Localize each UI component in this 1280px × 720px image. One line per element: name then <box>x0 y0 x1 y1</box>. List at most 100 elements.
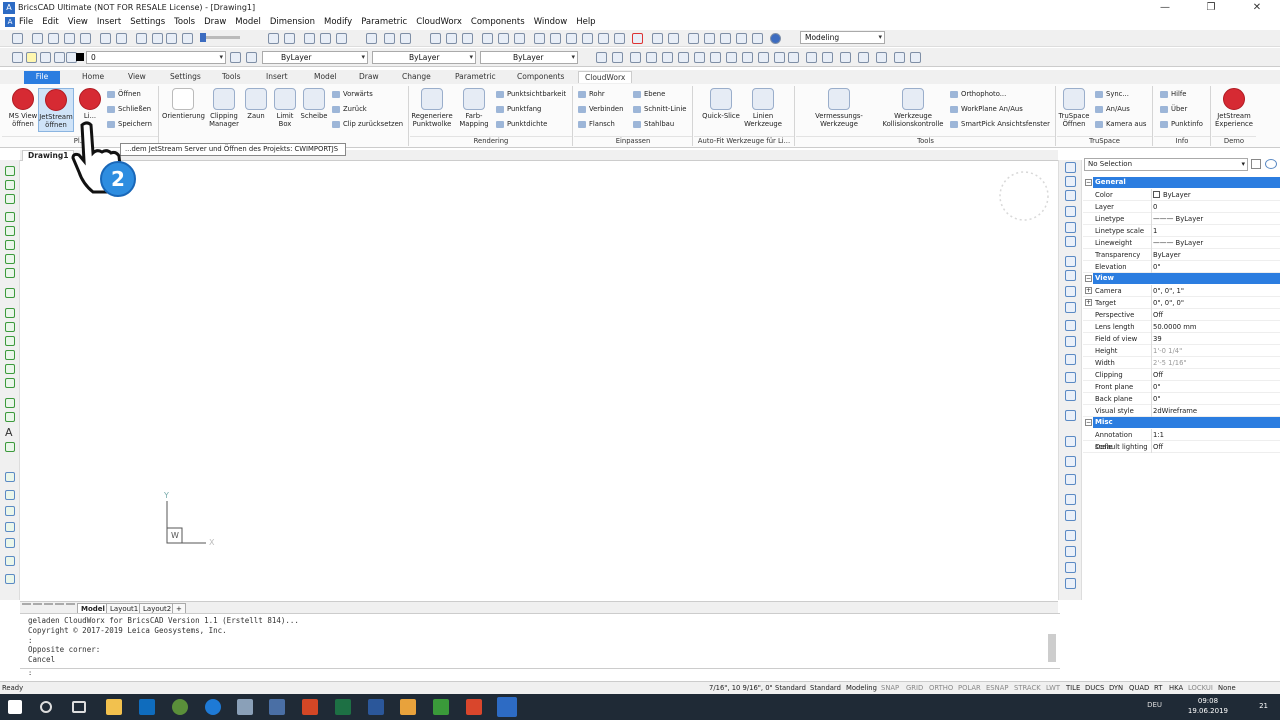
extend-icon[interactable] <box>1065 302 1076 313</box>
status-item[interactable]: Standard <box>775 682 806 694</box>
clock[interactable]: 09:08 19.06.2019 <box>1188 696 1228 716</box>
first-tab-icon[interactable] <box>22 603 31 605</box>
property-value[interactable]: Off <box>1153 441 1163 453</box>
layer-dropdown[interactable]: 0 <box>86 51 226 64</box>
snap-parallel-icon[interactable] <box>742 52 753 63</box>
circle-icon[interactable] <box>5 212 15 222</box>
box-icon[interactable] <box>268 33 279 44</box>
edge-icon[interactable] <box>205 699 221 715</box>
app-icon-2[interactable] <box>237 699 253 715</box>
hatch-icon[interactable] <box>5 308 15 318</box>
status-esnap[interactable]: ESNAP <box>986 682 1008 694</box>
spline-icon[interactable] <box>5 194 15 204</box>
scale-icon[interactable] <box>1065 190 1076 201</box>
property-value[interactable]: ByLayer <box>1153 249 1181 261</box>
menu-components[interactable]: Components <box>471 17 525 27</box>
tab-components[interactable]: Components <box>511 71 570 82</box>
orthophoto-button[interactable]: Orthophoto... <box>950 90 1006 99</box>
snap-perpendicular-icon[interactable] <box>726 52 737 63</box>
snap-tangent-icon[interactable] <box>710 52 721 63</box>
sync-button[interactable]: Sync... <box>1095 90 1129 99</box>
tool-palette-icon[interactable] <box>736 33 747 44</box>
camera-off-button[interactable]: Kamera aus <box>1095 120 1146 129</box>
xref-icon[interactable] <box>5 522 15 532</box>
property-row[interactable]: Lens length 50.0000 mm <box>1083 321 1280 333</box>
property-value[interactable]: ——— ByLayer <box>1153 213 1203 225</box>
status-lwt[interactable]: LWT <box>1046 682 1060 694</box>
property-row[interactable]: Elevation 0" <box>1083 261 1280 273</box>
insert-block-icon[interactable] <box>5 490 15 500</box>
forward-button[interactable]: Vorwärts <box>332 90 373 99</box>
property-row[interactable]: + Target 0", 0", 0" <box>1083 297 1280 309</box>
status-rt[interactable]: RT <box>1154 682 1162 694</box>
copy-icon[interactable] <box>550 33 561 44</box>
table-icon[interactable] <box>5 412 15 422</box>
arc-icon[interactable] <box>5 226 15 236</box>
line-icon[interactable] <box>5 166 15 176</box>
zoom-slider[interactable] <box>200 33 240 42</box>
menu-draw[interactable]: Draw <box>204 17 226 27</box>
menu-model[interactable]: Model <box>235 17 261 27</box>
attach-icon[interactable] <box>5 506 15 516</box>
menu-insert[interactable]: Insert <box>97 17 121 27</box>
app-icon-4[interactable] <box>400 699 416 715</box>
status-ortho[interactable]: ORTHO <box>929 682 953 694</box>
tab-cloudworx[interactable]: CloudWorx <box>578 71 633 83</box>
selection-dropdown[interactable]: No Selection <box>1084 158 1248 171</box>
app-icon-6[interactable] <box>466 699 482 715</box>
slice-button[interactable]: Scheibe <box>300 88 328 120</box>
command-input[interactable]: : <box>20 668 1060 680</box>
property-value[interactable]: 0" <box>1153 381 1160 393</box>
snap-clear-icon[interactable] <box>822 52 833 63</box>
collision-tools-button[interactable]: Werkzeuge Kollisionskontrolle <box>880 88 946 128</box>
snap-node-icon[interactable] <box>758 52 769 63</box>
section-toggle-icon[interactable]: − <box>1085 419 1092 426</box>
status-none-dropdown[interactable]: None <box>1218 682 1236 694</box>
quick-slice-button[interactable]: Quick-Slice <box>700 88 742 120</box>
clip-reset-button[interactable]: Clip zurücksetzen <box>332 120 403 129</box>
layers-icon[interactable] <box>688 33 699 44</box>
make-current-icon[interactable] <box>230 52 241 63</box>
property-row[interactable]: Visual style 2dWireframe <box>1083 405 1280 417</box>
cut-icon[interactable] <box>534 33 545 44</box>
fillet-icon[interactable] <box>1065 372 1076 383</box>
app-menu-icon[interactable]: A <box>5 17 15 27</box>
cloud-icon[interactable] <box>5 350 15 360</box>
tab-model[interactable]: Model <box>308 71 343 82</box>
open-icon[interactable] <box>446 33 457 44</box>
drawing-canvas[interactable]: Y X W <box>20 161 1058 601</box>
browser-icon[interactable] <box>172 699 188 715</box>
orbit-icon[interactable] <box>100 33 111 44</box>
menu-settings[interactable]: Settings <box>130 17 165 27</box>
lock-icon[interactable] <box>54 52 65 63</box>
workspace-dropdown[interactable]: Modeling <box>800 31 885 44</box>
excel-icon[interactable] <box>335 699 351 715</box>
maximize-button[interactable]: ❐ <box>1188 0 1234 15</box>
layer-manager-icon[interactable] <box>12 52 23 63</box>
edit-icon[interactable] <box>1065 494 1076 505</box>
point-icon[interactable] <box>5 288 15 298</box>
pipe-button[interactable]: Rohr <box>578 90 605 99</box>
property-row[interactable]: Default lighting Off <box>1083 441 1280 453</box>
tab-view[interactable]: View <box>122 71 152 82</box>
section-toggle-icon[interactable]: − <box>1085 275 1092 282</box>
trim-icon[interactable] <box>1065 286 1076 297</box>
jetstream-experience-button[interactable]: JetStream Experience <box>1212 88 1256 128</box>
property-row[interactable]: Height 1'-0 1/4" <box>1083 345 1280 357</box>
expand-icon[interactable]: + <box>1085 287 1092 294</box>
property-row[interactable]: Linetype ——— ByLayer <box>1083 213 1280 225</box>
onoff-button[interactable]: An/Aus <box>1095 105 1130 114</box>
connect-button[interactable]: Verbinden <box>578 105 623 114</box>
document-tab-drawing1[interactable]: Drawing1 <box>22 150 75 161</box>
polyline-icon[interactable] <box>5 180 15 190</box>
tolerance-icon[interactable] <box>1065 474 1076 485</box>
color-mapping-button[interactable]: Farb- Mapping <box>456 88 492 128</box>
point-visibility-button[interactable]: Punktsichtbarkeit <box>496 90 566 99</box>
property-value[interactable]: 2'-5 1/16" <box>1153 357 1187 369</box>
viewport2-icon[interactable] <box>320 33 331 44</box>
menu-help[interactable]: Help <box>576 17 595 27</box>
snap-extension-icon[interactable] <box>646 52 657 63</box>
property-row[interactable]: Back plane 0" <box>1083 393 1280 405</box>
survey-tools-button[interactable]: Vermessungs-Werkzeuge <box>797 88 881 128</box>
status-item[interactable]: Modeling <box>846 682 877 694</box>
